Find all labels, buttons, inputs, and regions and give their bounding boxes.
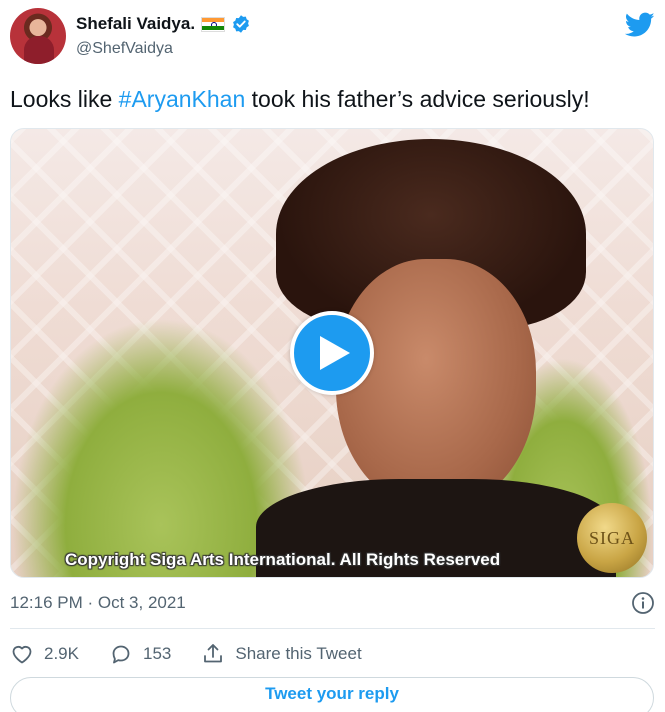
play-icon bbox=[320, 336, 350, 370]
video-player[interactable]: Copyright Siga Arts International. All R… bbox=[10, 128, 654, 578]
tweet-meta: 12:16 PM · Oct 3, 2021 bbox=[10, 590, 655, 616]
play-button[interactable] bbox=[290, 311, 374, 395]
reply-button-label: Tweet your reply bbox=[265, 684, 399, 703]
tweet-text: Looks like #AryanKhan took his father’s … bbox=[10, 84, 655, 114]
twitter-bird-icon[interactable] bbox=[625, 12, 655, 38]
share-icon bbox=[204, 644, 223, 663]
reply-count: 153 bbox=[142, 644, 172, 663]
verified-badge-icon bbox=[233, 15, 249, 33]
heart-icon bbox=[12, 646, 32, 664]
tweet-text-after: took his father’s advice seriously! bbox=[245, 86, 590, 112]
author-display-name[interactable]: Shefali Vaidya. bbox=[76, 14, 195, 34]
india-flag-icon bbox=[201, 16, 226, 32]
share-button[interactable]: Share this Tweet bbox=[201, 642, 362, 666]
tweet-header: Shefali Vaidya. @ShefVaidya bbox=[10, 8, 655, 66]
tweet-actions: 2.9K 153 Share this Tweet bbox=[10, 640, 392, 668]
avatar[interactable] bbox=[10, 8, 66, 64]
reply-button[interactable]: 153 bbox=[109, 642, 171, 666]
like-count: 2.9K bbox=[44, 644, 79, 663]
reply-icon bbox=[112, 645, 130, 664]
author-handle[interactable]: @ShefVaidya bbox=[76, 40, 173, 58]
tweet-timestamp[interactable]: 12:16 PM · Oct 3, 2021 bbox=[10, 593, 186, 612]
seal-text: SIGA bbox=[588, 527, 635, 548]
tweet-your-reply-button[interactable]: Tweet your reply bbox=[10, 677, 654, 712]
hashtag-link[interactable]: #AryanKhan bbox=[119, 86, 246, 112]
like-button[interactable]: 2.9K bbox=[10, 642, 79, 666]
info-icon[interactable] bbox=[631, 591, 655, 615]
author-name-row: Shefali Vaidya. bbox=[76, 14, 251, 34]
siga-seal-logo: SIGA bbox=[577, 503, 647, 573]
divider bbox=[10, 628, 655, 629]
tweet-text-before: Looks like bbox=[10, 86, 119, 112]
video-watermark: Copyright Siga Arts International. All R… bbox=[65, 550, 501, 569]
share-label: Share this Tweet bbox=[235, 644, 362, 663]
